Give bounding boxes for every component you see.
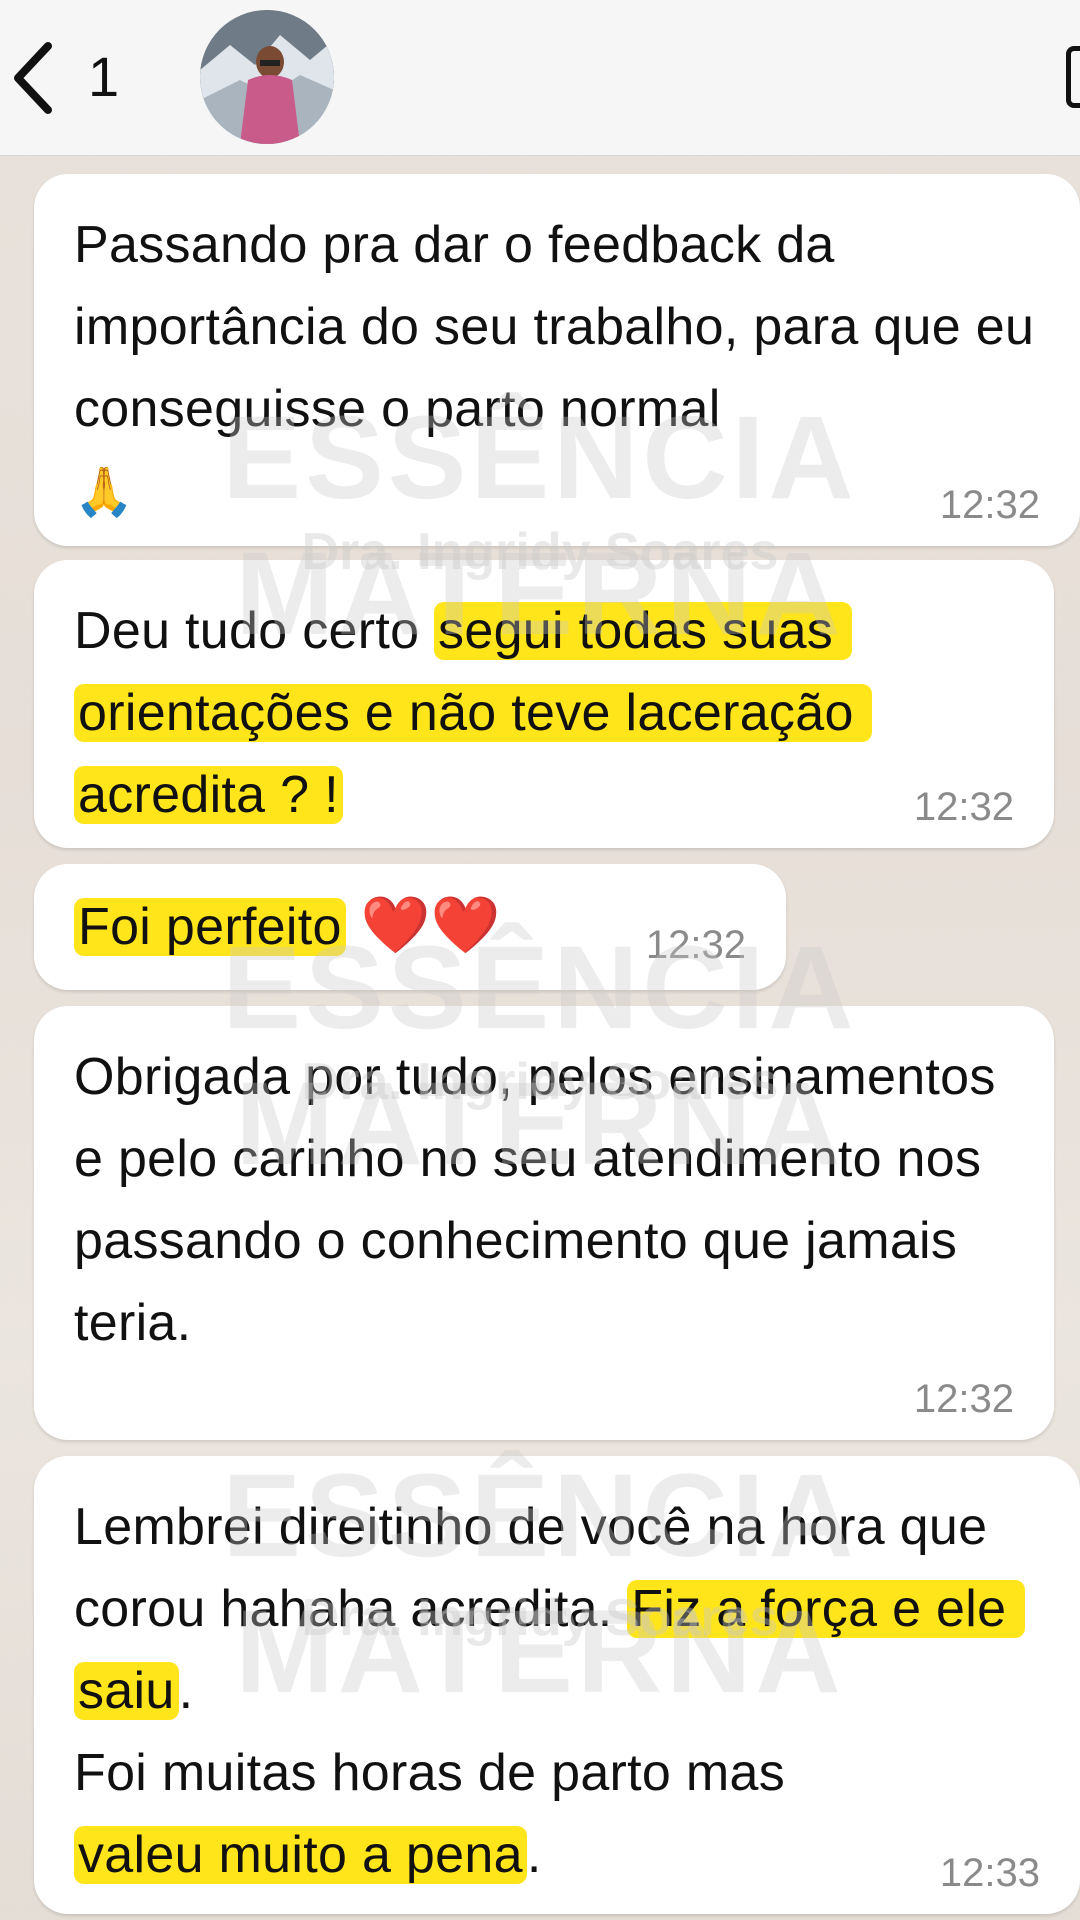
chevron-left-icon [14,42,52,114]
pray-emoji: 🙏 [74,466,135,519]
message-text: Passando pra dar o feedback da importânc… [74,216,1049,519]
message-bubble[interactable]: Foi perfeito ❤️❤️ 12:32 [34,864,786,990]
highlighted-text: valeu muito a pena [74,1826,527,1884]
message-text: Obrigada por tudo, pelos ensinamentos e … [74,1048,1011,1352]
message-bubble[interactable]: Lembrei direitinho de você na hora que c… [34,1456,1080,1914]
unread-count[interactable]: 1 [88,44,119,109]
message-bubble[interactable]: Obrigada por tudo, pelos ensinamentos e … [34,1006,1054,1440]
message-time: 12:32 [913,1377,1014,1421]
message-time: 12:33 [939,1851,1040,1895]
contact-avatar[interactable] [200,10,334,144]
highlighted-text: Foi perfeito [74,898,346,956]
message-time: 12:32 [913,785,1014,829]
back-button[interactable] [8,38,58,118]
message-bubble[interactable]: Passando pra dar o feedback da importânc… [34,174,1080,546]
chat-header: 1 [0,0,1080,156]
message-bubble[interactable]: Deu tudo certo segui todas suas orientaç… [34,560,1054,848]
video-call-icon[interactable] [1066,46,1080,108]
hearts-emoji: ❤️❤️ [360,893,501,956]
message-time: 12:32 [939,483,1040,527]
avatar-photo [200,10,334,144]
message-time: 12:32 [645,923,746,967]
message-text: Deu tudo certo segui todas suas orientaç… [74,590,1018,836]
message-text: Lembrei direitinho de você na hora que c… [74,1486,1044,1896]
